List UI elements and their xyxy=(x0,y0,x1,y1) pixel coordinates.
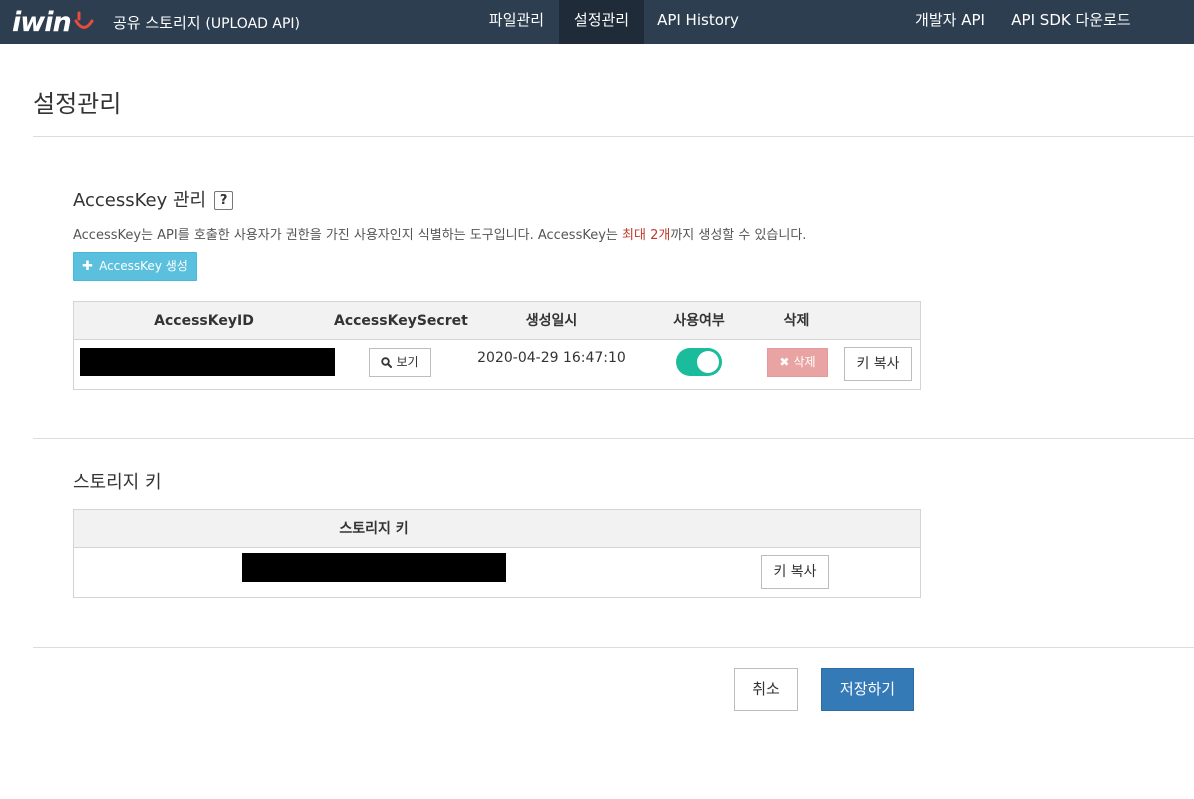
close-icon: ✖ xyxy=(779,355,790,369)
accesskey-section-title-text: AccessKey 관리 xyxy=(73,190,207,211)
page-title: 설정관리 xyxy=(33,90,122,118)
app-title-main: 공유 스토리지 xyxy=(113,14,201,32)
app-title-subtitle: (UPLOAD API) xyxy=(205,16,301,32)
smile-logo-icon xyxy=(74,11,94,29)
column-header-enabled: 사용여부 xyxy=(673,313,725,329)
column-header-accesskeysecret: AccessKeySecret xyxy=(334,313,468,329)
description-text: AccessKey는 API를 호출한 사용자가 권한을 가진 사용자인지 식별… xyxy=(73,228,623,243)
toggle-knob xyxy=(697,351,719,373)
view-secret-button[interactable]: 보기 xyxy=(369,348,431,377)
nav-developer-api[interactable]: 개발자 API xyxy=(902,0,998,44)
app-title: 공유 스토리지 (UPLOAD API) xyxy=(113,12,300,33)
delete-label: 삭제 xyxy=(793,355,816,369)
masked-accesskey-id xyxy=(80,348,335,376)
nav-api-history[interactable]: API History xyxy=(644,0,752,44)
copy-accesskey-button[interactable]: 키 복사 xyxy=(844,347,912,381)
create-accesskey-label: AccessKey 생성 xyxy=(99,259,188,273)
column-header-accesskeyid: AccessKeyID xyxy=(154,313,254,329)
storage-key-table-header: 스토리지 키 xyxy=(74,510,920,548)
accesskey-table: AccessKeyID AccessKeySecret 생성일시 사용여부 삭제… xyxy=(73,301,921,390)
search-icon xyxy=(381,357,393,368)
view-secret-label: 보기 xyxy=(396,355,419,369)
plus-icon: ✚ xyxy=(82,259,94,274)
divider xyxy=(33,647,1194,648)
storage-key-table: 스토리지 키 키 복사 xyxy=(73,509,921,598)
accesskey-table-header: AccessKeyID AccessKeySecret 생성일시 사용여부 삭제 xyxy=(74,302,920,340)
copy-storage-key-button[interactable]: 키 복사 xyxy=(761,555,829,589)
divider xyxy=(33,438,1194,439)
enabled-toggle[interactable] xyxy=(676,348,722,376)
description-highlight: 최대 2개 xyxy=(622,228,671,243)
cancel-button[interactable]: 취소 xyxy=(734,668,798,711)
top-navigation-bar: iwin 공유 스토리지 (UPLOAD API) 파일관리 설정관리 API … xyxy=(0,0,1194,44)
delete-accesskey-button[interactable]: ✖ 삭제 xyxy=(767,348,828,377)
column-header-created-at: 생성일시 xyxy=(525,313,578,329)
column-header-delete: 삭제 xyxy=(783,313,810,329)
create-accesskey-button[interactable]: ✚ AccessKey 생성 xyxy=(73,252,197,281)
column-header-storage-key: 스토리지 키 xyxy=(339,521,409,537)
nav-sdk-download[interactable]: API SDK 다운로드 xyxy=(998,0,1144,44)
logo-text: iwin xyxy=(12,6,72,38)
iwin-logo[interactable]: iwin xyxy=(12,4,95,40)
masked-storage-key xyxy=(242,553,506,582)
help-icon[interactable]: ? xyxy=(214,191,234,210)
divider xyxy=(33,136,1194,137)
nav-settings-management[interactable]: 설정관리 xyxy=(559,0,644,44)
description-text-end: 까지 생성할 수 있습니다. xyxy=(670,228,807,243)
save-button[interactable]: 저장하기 xyxy=(821,668,914,711)
accesskey-description: AccessKey는 API를 호출한 사용자가 권한을 가진 사용자인지 식별… xyxy=(73,224,806,243)
storage-key-section-title: 스토리지 키 xyxy=(73,472,162,493)
created-at-value: 2020-04-29 16:47:10 xyxy=(477,350,626,366)
nav-file-management[interactable]: 파일관리 xyxy=(474,0,559,44)
accesskey-section-title: AccessKey 관리? xyxy=(73,186,234,212)
